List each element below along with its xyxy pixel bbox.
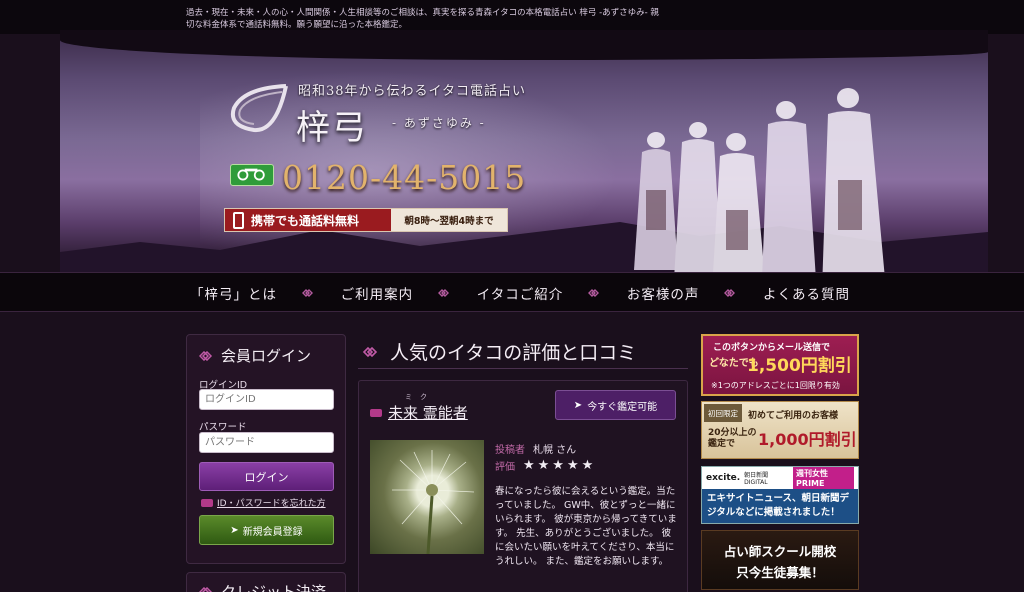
prime-logo: 週刊女性PRIME: [793, 467, 854, 489]
diamond-icon: [362, 346, 378, 357]
nav-item-itako[interactable]: イタコご紹介: [477, 283, 563, 303]
first-time-discount-banner[interactable]: 初回限定 初めてご利用のお客様 20分以上の鑑定で 1,000円割引: [701, 401, 859, 459]
media-logos: excite. 朝日新聞 DIGITAL 週刊女性PRIME: [702, 467, 858, 489]
reader-name-link[interactable]: 未来 霊能者: [370, 402, 468, 423]
media-coverage-banner[interactable]: excite. 朝日新聞 DIGITAL 週刊女性PRIME エキサイトニュース…: [701, 466, 859, 524]
diamond-separator-icon: [301, 289, 313, 297]
hero-top-band: [60, 30, 988, 60]
diamond-separator-icon: [724, 289, 736, 297]
diamond-separator-icon: [588, 289, 600, 297]
password-input[interactable]: [199, 432, 334, 453]
forgot-password-link[interactable]: ID・パスワードを忘れた方: [201, 496, 326, 509]
poster-value: 札幌 さん: [533, 445, 577, 456]
main-nav: 「梓弓」とは ご利用案内 イタコご紹介 お客様の声 よくある質問: [0, 272, 1024, 312]
hero-tagline: 昭和38年から伝わるイタコ電話占い: [298, 84, 527, 99]
register-button[interactable]: ➤ 新規会員登録: [199, 515, 334, 545]
phone-number[interactable]: 0120-44-5015: [282, 158, 526, 197]
credit-panel-title: クレジット決済: [199, 581, 326, 592]
dandelion-image: [392, 450, 475, 554]
member-login-panel: 会員ログイン ログインID パスワード ログイン ID・パスワードを忘れた方 ➤…: [186, 334, 346, 564]
title-divider: [358, 368, 688, 369]
arrow-icon: [370, 408, 382, 417]
nav-item-guide[interactable]: ご利用案内: [341, 283, 414, 303]
asahi-logo: 朝日新聞 DIGITAL: [744, 472, 769, 486]
media-text: エキサイトニュース、朝日新聞デジタルなどに掲載されました！: [702, 489, 858, 523]
login-panel-title: 会員ログイン: [199, 345, 311, 366]
azusa-bow-logo: [231, 84, 288, 133]
mail-discount-banner[interactable]: このボタンからメール送信で どなたでも 1,500円割引 ※1つのアドレスごとに…: [701, 334, 859, 396]
diamond-separator-icon: [437, 289, 449, 297]
nav-item-faq[interactable]: よくある質問: [763, 283, 850, 303]
rating-label: 評価: [495, 462, 515, 473]
hours-label: 朝8時～翌朝4時まで: [391, 209, 507, 231]
free-call-badge: 携帯でも通話料無料 朝8時～翌朝4時まで: [224, 208, 508, 232]
diamond-icon: [199, 586, 213, 592]
password-label: パスワード: [199, 422, 247, 433]
chevron-right-icon: ➤: [230, 524, 239, 536]
arrow-icon: [201, 498, 213, 507]
brand-name: 梓弓: [296, 108, 368, 148]
brand-kana: - あずさゆみ -: [392, 116, 486, 130]
nav-item-voices[interactable]: お客様の声: [627, 283, 700, 303]
intro-text: 過去・現在・未来・人の心・人間関係・人生相談等のご相談は、真実を探る青森イタコの…: [186, 8, 659, 30]
credit-payment-panel: クレジット決済: [186, 572, 346, 592]
diamond-icon: [199, 350, 213, 361]
free-call-label: 携帯でも通話料無料: [225, 209, 391, 231]
freedial-icon: [230, 164, 274, 186]
poster-row: 投稿者 札幌 さん: [495, 441, 576, 456]
chevron-right-icon: ➤: [573, 399, 583, 411]
page-title: 人気のイタコの評価と口コミ: [362, 338, 636, 365]
reader-photo: [370, 440, 484, 554]
available-now-button[interactable]: ➤ 今すぐ鑑定可能: [555, 390, 676, 420]
rating-row: 評価 ★★★★★: [495, 458, 596, 473]
login-id-input[interactable]: [199, 389, 334, 410]
review-text: 春になったら彼に会えるという鑑定。当たっていました。 GW中、彼とずっと一緒にい…: [495, 486, 677, 567]
mobile-phone-icon: [233, 212, 244, 229]
poster-label: 投稿者: [495, 445, 525, 456]
excite-logo: excite.: [706, 473, 741, 483]
login-button[interactable]: ログイン: [199, 462, 334, 491]
reader-name-ruby: ミク: [405, 393, 435, 401]
nav-item-about[interactable]: 「梓弓」とは: [190, 283, 277, 303]
star-rating-icon: ★★★★★: [523, 458, 597, 473]
hero-banner: 昭和38年から伝わるイタコ電話占い 梓弓 - あずさゆみ - 0120-44-5…: [60, 30, 988, 272]
itako-group-photo: [634, 88, 885, 272]
school-banner[interactable]: 占い師スクール開校 只今生徒募集！: [701, 530, 859, 590]
